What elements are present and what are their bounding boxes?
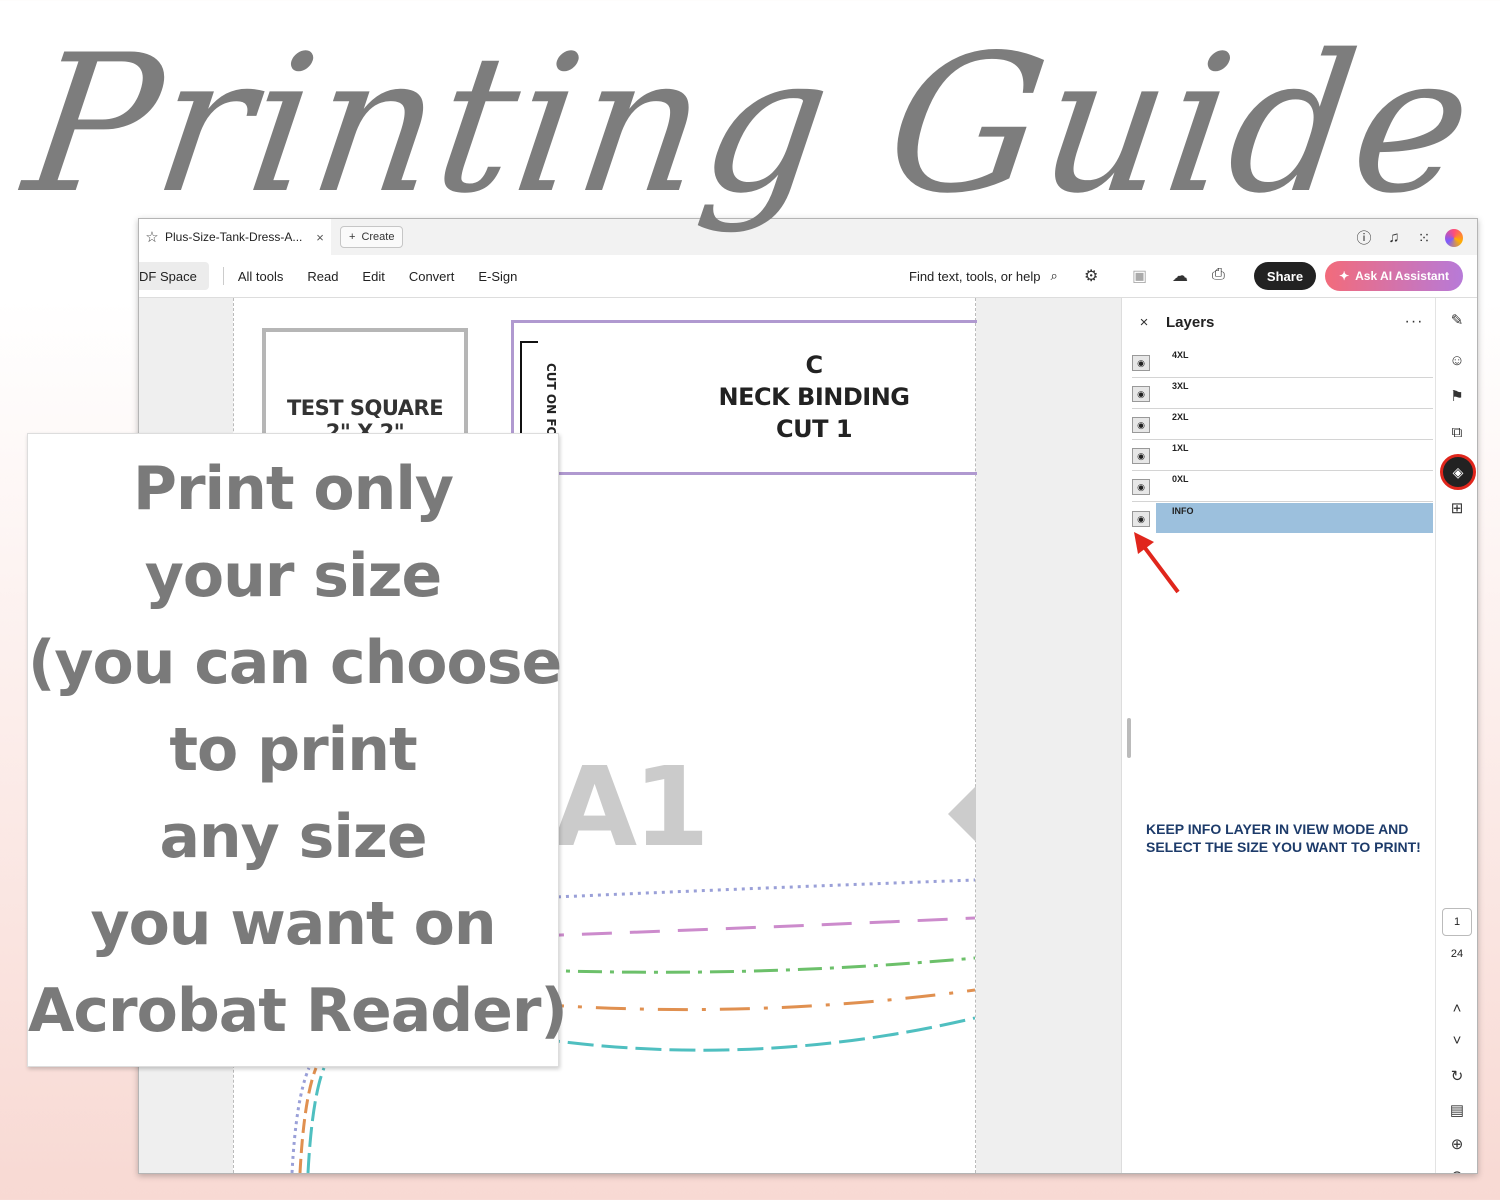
layer-name: 0XL [1172, 474, 1189, 484]
eye-icon[interactable]: ◉ [1132, 386, 1150, 402]
more-options-icon[interactable]: ··· [1392, 313, 1436, 331]
lock-icon[interactable]: ⊞ [1446, 498, 1468, 520]
callout-line-2: your size [144, 540, 442, 611]
avatar[interactable] [1445, 228, 1463, 247]
pages-icon[interactable]: ⧉ [1446, 422, 1468, 444]
rotate-icon[interactable]: ↻ [1446, 1066, 1468, 1088]
toolbar-menu: All tools Read Edit Convert E-Sign [238, 269, 518, 284]
size-line-3xl [533, 916, 975, 938]
selected-highlight [1156, 503, 1433, 533]
layer-name: 2XL [1172, 412, 1189, 422]
create-label: Create [361, 231, 395, 243]
menu-e-sign[interactable]: E-Sign [478, 269, 517, 284]
comment-icon[interactable]: ☺ [1446, 350, 1468, 372]
zoom-out-icon[interactable]: ⊖ [1446, 1166, 1468, 1173]
eye-icon[interactable]: ◉ [1132, 479, 1150, 495]
ai-tools-icon[interactable]: ⚙ [1084, 266, 1098, 286]
menu-read[interactable]: Read [307, 269, 338, 284]
layer-row-2xl[interactable]: ◉ 2XL [1132, 409, 1433, 440]
layers-header: × Layers ··· [1122, 298, 1436, 346]
panel-resize-handle[interactable] [1127, 718, 1131, 758]
menu-convert[interactable]: Convert [409, 269, 455, 284]
bell-icon[interactable]: ♫ [1385, 229, 1403, 246]
callout-line-6: you want on [90, 888, 496, 959]
ai-assistant-label: Ask AI Assistant [1355, 269, 1449, 283]
ask-ai-assistant-button[interactable]: ✦ Ask AI Assistant [1325, 261, 1463, 291]
layer-name: 1XL [1172, 443, 1189, 453]
search-label: Find text, tools, or help [909, 268, 1041, 284]
ai-assistant-icon: ✦ [1339, 269, 1350, 283]
callout-line-1: Print only [132, 453, 454, 524]
star-icon[interactable]: ☆ [139, 228, 165, 246]
side-line-a [290, 1067, 311, 1173]
menu-all-tools[interactable]: All tools [238, 269, 284, 284]
layer-name: 3XL [1172, 381, 1189, 391]
callout-line-7: Acrobat Reader) [28, 975, 568, 1046]
toolbar-divider [222, 267, 224, 285]
layer-row-3xl[interactable]: ◉ 3XL [1132, 378, 1433, 409]
eye-icon[interactable]: ◉ [1132, 448, 1150, 464]
layer-row-4xl[interactable]: ◉ 4XL [1132, 347, 1433, 378]
total-pages: 24 [1450, 948, 1464, 960]
layer-row-1xl[interactable]: ◉ 1XL [1132, 440, 1433, 471]
print-icon[interactable]: ⎙ [1212, 266, 1225, 284]
callout-line-4: to print [169, 714, 417, 785]
edit-pdf-icon[interactable]: ✎ [1446, 310, 1468, 332]
current-page-input[interactable]: 1 [1442, 908, 1472, 936]
printing-guide-title: Printing Guide [14, 14, 1486, 235]
callout-line-5: any size [159, 801, 427, 872]
layer-name: INFO [1172, 506, 1194, 516]
eye-icon[interactable]: ◉ [1132, 417, 1150, 433]
eye-icon[interactable]: ◉ [1132, 511, 1150, 527]
red-arrow-icon [1134, 532, 1180, 594]
document-tab[interactable]: ☆ Plus-Size-Tank-Dress-A... × [139, 219, 331, 255]
fit-page-icon[interactable]: ▤ [1446, 1100, 1468, 1122]
size-line-0xl [533, 1016, 975, 1052]
apps-grid-icon[interactable]: ⁙ [1415, 229, 1433, 247]
right-rail: ✎ ☺ ⚑ ⧉ ◈ ⊞ 1 24 ˄ ˅ ↻ ▤ ⊕ ⊖ [1435, 298, 1477, 1173]
layers-title: Layers [1166, 313, 1215, 331]
eye-icon[interactable]: ◉ [1132, 355, 1150, 371]
bookmark-icon[interactable]: ⚑ [1446, 386, 1468, 408]
size-line-1xl [533, 988, 975, 1012]
plus-icon: + [349, 231, 356, 243]
pdf-space-button[interactable]: DF Space [139, 262, 209, 290]
cloud-upload-icon[interactable]: ☁ [1172, 266, 1188, 286]
chevron-down-icon[interactable]: ˅ [1446, 1030, 1468, 1052]
tab-title: Plus-Size-Tank-Dress-A... [165, 230, 303, 244]
layer-row-info[interactable]: ◉ INFO [1132, 503, 1433, 533]
instruction-callout: Print only your size (you can choose to … [27, 433, 568, 1067]
layer-name: 4XL [1172, 350, 1189, 360]
search-tools[interactable]: Find text, tools, or help ⌕ [909, 255, 1058, 297]
size-line-2xl [533, 956, 975, 974]
size-line-4xl [533, 878, 975, 900]
tab-bar-icons: ⓘ ♫ ⁙ [1355, 227, 1463, 248]
search-icon[interactable]: ⌕ [1051, 268, 1058, 284]
main-toolbar: DF Space All tools Read Edit Convert E-S… [139, 255, 1477, 298]
layers-panel: × Layers ··· ◉ 4XL ◉ 3XL ◉ 2XL ◉ 1XL ◉ 0… [1121, 298, 1436, 1173]
callout-line-3: (you can choose [28, 627, 562, 698]
help-icon[interactable]: ⓘ [1355, 227, 1373, 248]
info-annotation: KEEP INFO LAYER IN VIEW MODE AND SELECT … [1146, 821, 1421, 855]
save-icon[interactable]: ▣ [1132, 266, 1147, 286]
share-button[interactable]: Share [1254, 262, 1316, 290]
layer-row-0xl[interactable]: ◉ 0XL [1132, 471, 1433, 502]
chevron-up-icon[interactable]: ˄ [1446, 998, 1468, 1020]
close-layers-icon[interactable]: × [1122, 314, 1166, 331]
layers-icon[interactable]: ◈ [1440, 454, 1476, 490]
close-tab-icon[interactable]: × [309, 230, 331, 245]
create-button[interactable]: + Create [340, 226, 404, 248]
tab-bar: ☆ Plus-Size-Tank-Dress-A... × + Create ⓘ… [139, 219, 1477, 255]
menu-edit[interactable]: Edit [362, 269, 384, 284]
zoom-in-icon[interactable]: ⊕ [1446, 1134, 1468, 1156]
